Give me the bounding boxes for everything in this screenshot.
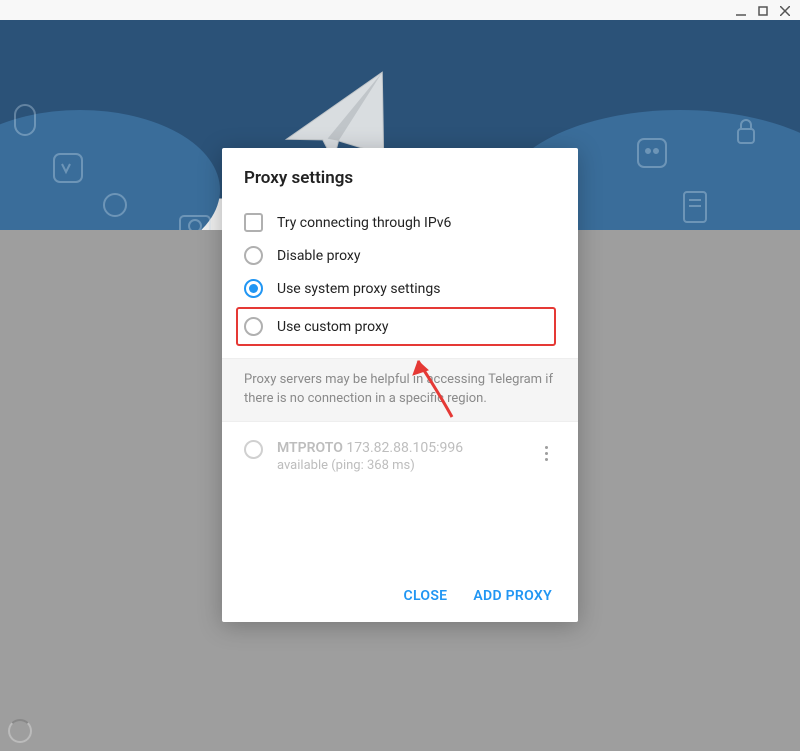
minimize-icon[interactable] <box>736 1 746 20</box>
options-group: Try connecting through IPv6 Disable prox… <box>222 202 578 358</box>
radio-selected-icon <box>244 279 263 298</box>
proxy-list: MTPROTO 173.82.88.105:996 available (pin… <box>222 422 578 572</box>
window-titlebar <box>0 0 800 20</box>
radio-icon <box>244 246 263 265</box>
proxy-item[interactable]: MTPROTO 173.82.88.105:996 available (pin… <box>244 434 556 479</box>
radio-icon <box>244 440 263 459</box>
proxy-name: MTPROTO <box>277 440 343 456</box>
proxy-address: 173.82.88.105:996 <box>346 440 463 456</box>
proxy-status: available (ping: 368 ms) <box>277 458 522 473</box>
option-system-proxy[interactable]: Use system proxy settings <box>244 272 556 305</box>
option-label: Use custom proxy <box>277 319 389 335</box>
option-label: Use system proxy settings <box>277 281 440 297</box>
hint-text: Proxy servers may be helpful in accessin… <box>222 358 578 422</box>
close-button[interactable]: CLOSE <box>404 588 448 604</box>
loading-spinner-icon <box>8 719 32 743</box>
option-label: Try connecting through IPv6 <box>277 215 451 231</box>
add-proxy-button[interactable]: ADD PROXY <box>473 588 552 604</box>
kebab-menu-icon[interactable] <box>536 440 556 461</box>
option-disable-proxy[interactable]: Disable proxy <box>244 239 556 272</box>
dialog-actions: CLOSE ADD PROXY <box>222 572 578 622</box>
proxy-settings-dialog: Proxy settings Try connecting through IP… <box>222 148 578 622</box>
maximize-icon[interactable] <box>758 1 768 20</box>
close-icon[interactable] <box>780 1 790 20</box>
dialog-title: Proxy settings <box>222 148 578 202</box>
option-label: Disable proxy <box>277 248 360 264</box>
checkbox-icon <box>244 213 263 232</box>
option-custom-proxy[interactable]: Use custom proxy <box>236 307 556 346</box>
option-ipv6[interactable]: Try connecting through IPv6 <box>244 206 556 239</box>
radio-icon <box>244 317 263 336</box>
